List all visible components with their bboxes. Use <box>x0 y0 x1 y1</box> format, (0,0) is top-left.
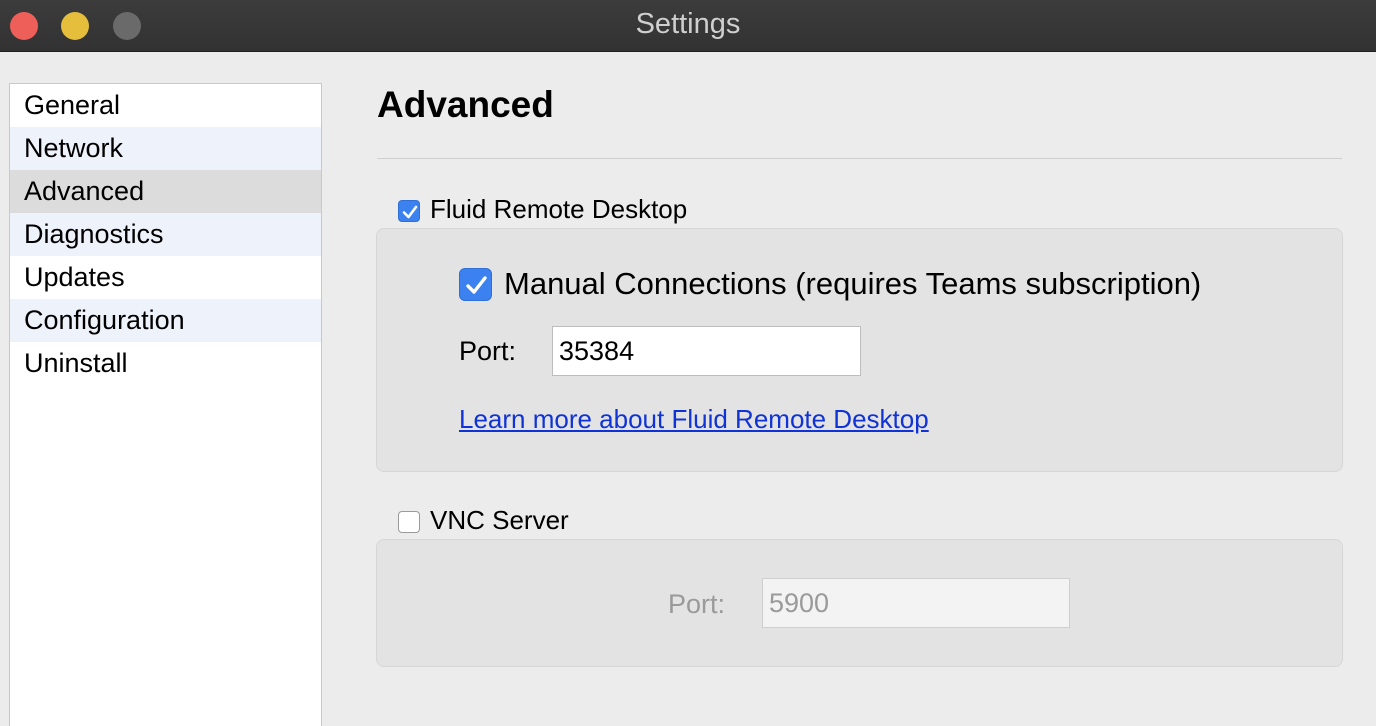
vnc-server-checkbox[interactable] <box>398 511 420 533</box>
vnc-port-label: Port: <box>668 589 726 619</box>
fluid-port-field[interactable]: 35384 <box>552 326 861 376</box>
page-title: Advanced <box>377 84 554 125</box>
sidebar-item-general[interactable]: General <box>10 84 321 127</box>
fluid-remote-desktop-label: Fluid Remote Desktop <box>430 194 688 224</box>
sidebar-item-network[interactable]: Network <box>10 127 321 170</box>
sidebar-item-uninstall[interactable]: Uninstall <box>10 342 321 385</box>
vnc-port-field[interactable]: 5900 <box>762 578 1070 628</box>
settings-window: Settings General Network Advanced Diagno… <box>0 0 1376 726</box>
sidebar-item-advanced[interactable]: Advanced <box>10 170 321 213</box>
vnc-server-label: VNC Server <box>430 505 569 535</box>
settings-sidebar: General Network Advanced Diagnostics Upd… <box>9 83 322 726</box>
fluid-port-label: Port: <box>459 336 517 366</box>
manual-connections-checkbox[interactable] <box>459 268 492 301</box>
heading-divider <box>377 158 1342 159</box>
sidebar-item-diagnostics[interactable]: Diagnostics <box>10 213 321 256</box>
manual-connections-label: Manual Connections (requires Teams subsc… <box>504 266 1202 301</box>
sidebar-item-updates[interactable]: Updates <box>10 256 321 299</box>
fluid-remote-desktop-checkbox[interactable] <box>398 200 420 222</box>
sidebar-item-configuration[interactable]: Configuration <box>10 299 321 342</box>
title-bar[interactable]: Settings <box>0 0 1376 52</box>
learn-more-link[interactable]: Learn more about Fluid Remote Desktop <box>459 404 929 435</box>
checkmark-icon <box>466 276 487 294</box>
window-title: Settings <box>635 8 741 40</box>
checkmark-icon <box>402 205 418 219</box>
